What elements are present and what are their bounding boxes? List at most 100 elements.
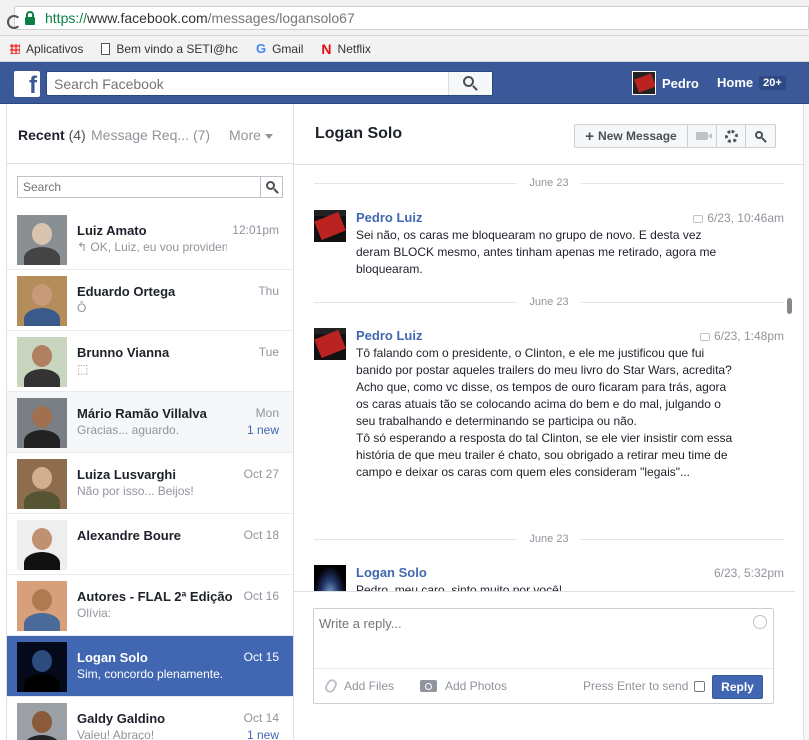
netflix-icon: N: [321, 40, 332, 57]
conversation-row[interactable]: Luiz Amato ↰ OK, Luiz, eu vou providen...…: [7, 209, 293, 270]
emoji-icon[interactable]: [753, 615, 767, 629]
tab-more[interactable]: More: [229, 127, 273, 143]
conversation-snippet: Olívia:: [77, 606, 112, 620]
thread-panel: Logan Solo + New Message June 23 Pedro Lu…: [294, 104, 809, 740]
avatar: [17, 398, 67, 448]
profile-link[interactable]: Pedro: [632, 71, 699, 95]
facebook-search: [46, 71, 493, 96]
conversation-name: Luiza Lusvarghi: [77, 467, 176, 482]
facebook-search-button[interactable]: [448, 72, 492, 95]
conversation-name: Mário Ramão Villalva: [77, 406, 207, 421]
add-files-button[interactable]: Add Files: [323, 677, 394, 695]
avatar: [17, 337, 67, 387]
conversation-date: Mon: [255, 406, 279, 420]
conversation-snippet: Ô: [77, 301, 87, 315]
reload-icon[interactable]: [7, 15, 21, 29]
search-icon: [463, 76, 474, 87]
bookmark-seti[interactable]: Bem vindo a SETI@hc: [101, 42, 238, 56]
tab-recent[interactable]: Recent (4): [18, 127, 86, 143]
tab-message-requests[interactable]: Message Req... (7): [91, 127, 210, 143]
conversation-sidebar: Recent (4) Message Req... (7) More Luiz …: [6, 104, 294, 740]
new-message-button[interactable]: + New Message: [575, 125, 688, 147]
conversation-row[interactable]: Galdy Galdino Valeu! Abraço! Oct 14 1 new: [7, 697, 293, 740]
conversation-name: Brunno Vianna: [77, 345, 170, 360]
date-divider: June 23: [314, 296, 784, 308]
page-scrollbar[interactable]: [803, 104, 809, 740]
conversation-name: Logan Solo: [77, 650, 148, 665]
video-call-button[interactable]: [688, 125, 717, 147]
press-enter-checkbox[interactable]: [694, 680, 706, 692]
facebook-top-bar: f Pedro Home 20+: [0, 62, 809, 104]
conversation-date: Oct 27: [243, 467, 279, 481]
message-body: Tô falando com o presidente, o Clinton, …: [356, 346, 733, 479]
new-count-badge: 1 new: [246, 423, 279, 437]
conversation-name: Galdy Galdino: [77, 711, 166, 726]
search-thread-button[interactable]: [746, 125, 775, 147]
lock-icon: [25, 11, 35, 25]
bookmark-gmail[interactable]: G Gmail: [256, 41, 303, 56]
bookmarks-bar: Aplicativos Bem vindo a SETI@hc G Gmail N…: [0, 36, 809, 62]
facebook-logo[interactable]: f: [14, 71, 40, 97]
message-sender[interactable]: Pedro Luiz: [356, 210, 422, 225]
message-scrollbar[interactable]: [787, 298, 792, 314]
browser-address-bar: https://www.facebook.com/messages/logans…: [0, 0, 809, 36]
plus-icon: +: [585, 127, 595, 145]
gear-icon: [724, 129, 738, 143]
message-sender[interactable]: Logan Solo: [356, 565, 427, 580]
home-label: Home: [717, 75, 754, 90]
conversation-date: Oct 18: [243, 528, 279, 542]
facebook-search-input[interactable]: [47, 72, 447, 95]
settings-button[interactable]: [717, 125, 746, 147]
reply-box: Add Files Add Photos Press Enter to send…: [313, 608, 774, 704]
conversation-row[interactable]: Luiza Lusvarghi Não por isso... Beijos! Oc…: [7, 453, 293, 514]
conversation-date: 12:01pm: [232, 223, 279, 237]
avatar[interactable]: [314, 210, 346, 242]
thread-header: Logan Solo + New Message: [294, 104, 809, 165]
conversation-search-button[interactable]: [260, 177, 282, 197]
date-divider: June 23: [314, 533, 784, 545]
date-divider: June 23: [314, 177, 784, 189]
video-camera-icon: [696, 132, 708, 140]
reply-button[interactable]: Reply: [712, 675, 763, 699]
home-link[interactable]: Home 20+: [717, 75, 786, 90]
avatar: [17, 276, 67, 326]
bookmark-apps[interactable]: Aplicativos: [10, 42, 83, 56]
conversation-snippet: Não por isso... Beijos!: [77, 484, 194, 498]
bookmark-netflix[interactable]: N Netflix: [321, 41, 370, 57]
conversation-date: Oct 15: [243, 650, 279, 664]
google-icon: G: [255, 41, 267, 56]
avatar: [17, 581, 67, 631]
conversation-search-input[interactable]: [18, 177, 258, 197]
message-time: 6/23, 10:46am: [693, 211, 784, 225]
conversation-date: Oct 14: [243, 711, 279, 725]
url-field[interactable]: https://www.facebook.com/messages/logans…: [7, 6, 809, 30]
url-text: https://www.facebook.com/messages/logans…: [45, 10, 355, 26]
message-body: Pedro, meu caro, sinto muito por você!: [356, 583, 563, 591]
conversation-row[interactable]: Logan Solo Sim, concordo plenamente. Oct 1…: [7, 636, 293, 697]
conversation-snippet: ⬚: [77, 362, 89, 376]
conversation-row[interactable]: Autores - FLAL 2ª Edição Olívia: Oct 16: [7, 575, 293, 636]
conversation-row[interactable]: Brunno Vianna ⬚ Tue: [7, 331, 293, 392]
press-enter-toggle[interactable]: Press Enter to send: [583, 679, 706, 693]
add-photos-button[interactable]: Add Photos: [420, 679, 507, 693]
home-badge: 20+: [759, 75, 786, 90]
avatar[interactable]: [314, 565, 346, 591]
reply-input[interactable]: [314, 609, 773, 667]
avatar[interactable]: [314, 328, 346, 360]
avatar: [17, 703, 67, 740]
paperclip-icon: [323, 677, 339, 695]
message-body: Sei não, os caras me bloquearam no grupo…: [356, 228, 717, 276]
conversation-row[interactable]: Eduardo Ortega Ô Thu: [7, 270, 293, 331]
conversation-row[interactable]: Mário Ramão Villalva Gracias... aguardo. M…: [7, 392, 293, 453]
conversation-search: [17, 176, 283, 198]
conversation-row[interactable]: Alexandre Boure Oct 18: [7, 514, 293, 575]
conversation-list: Luiz Amato ↰ OK, Luiz, eu vou providen...…: [7, 209, 293, 740]
avatar: [17, 520, 67, 570]
chat-bubble-icon: [693, 214, 704, 223]
thread-toolbar: + New Message: [574, 124, 776, 148]
apps-icon: [10, 43, 20, 54]
conversation-snippet: Sim, concordo plenamente.: [77, 667, 224, 681]
conversation-name: Eduardo Ortega: [77, 284, 176, 299]
conversation-name: Autores - FLAL 2ª Edição: [77, 589, 233, 604]
message-sender[interactable]: Pedro Luiz: [356, 328, 422, 343]
